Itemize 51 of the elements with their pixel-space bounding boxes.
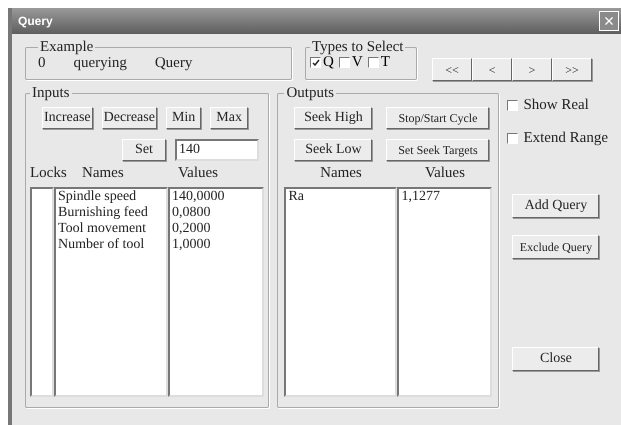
list-item[interactable]: Tool movement	[58, 221, 164, 237]
list-item[interactable]: Burnishing feed	[58, 205, 164, 221]
checkbox-label: T	[380, 55, 390, 70]
checkbox-label: V	[352, 55, 363, 70]
list-item[interactable]: Ra	[288, 189, 394, 205]
column-header: Names	[82, 166, 125, 181]
column-header: Locks	[30, 166, 68, 181]
group-title: Outputs	[285, 86, 335, 101]
group-title: Types to Select	[311, 40, 404, 55]
example-field: 0	[38, 56, 46, 71]
input-button[interactable]: Min	[166, 107, 202, 129]
group-title: Example	[39, 40, 94, 55]
close-dialog-button[interactable]: Close	[512, 347, 600, 371]
nav-button[interactable]: >>	[552, 58, 592, 81]
nav-button[interactable]: >	[512, 58, 552, 81]
checkbox[interactable]	[507, 133, 518, 144]
list-item[interactable]: 140,0000	[172, 189, 260, 205]
input-button[interactable]: Decrease	[102, 107, 157, 129]
column-header: Names	[319, 166, 363, 181]
column-header: Values	[424, 166, 466, 181]
checkbox[interactable]	[310, 57, 321, 68]
list-item[interactable]: 0,0800	[172, 205, 260, 221]
list-item[interactable]: 1,0000	[172, 237, 260, 253]
nav-button[interactable]: <<	[432, 58, 472, 81]
checkbox[interactable]	[338, 57, 350, 68]
group-title: Inputs	[31, 86, 70, 101]
window-title: Query	[18, 13, 53, 30]
output-button[interactable]: Seek Low	[294, 139, 372, 161]
column-header: Values	[178, 166, 218, 181]
checkbox-label: Extend Range	[523, 131, 608, 146]
example-field: Query	[154, 56, 192, 71]
input-button[interactable]: Max	[210, 107, 248, 129]
list-item[interactable]: 0,2000	[172, 221, 260, 237]
checkbox-label: Show Real	[523, 98, 589, 113]
list-item[interactable]: Spindle speed	[58, 189, 164, 205]
output-button[interactable]: Stop/Start Cycle	[386, 107, 490, 129]
check-icon	[312, 58, 320, 66]
output-button[interactable]: Seek High	[294, 107, 372, 129]
nav-button[interactable]: <	[472, 58, 512, 81]
example-field: querying	[74, 56, 127, 71]
value-field[interactable]: 140	[175, 139, 259, 161]
checkbox-label: Q	[323, 55, 334, 70]
checkbox[interactable]	[368, 57, 379, 68]
action-button[interactable]: Exclude Query	[512, 235, 600, 259]
list-item[interactable]: Number of tool	[58, 237, 164, 253]
input-button[interactable]: Increase	[42, 107, 93, 129]
checkbox[interactable]	[507, 100, 518, 111]
output-button[interactable]: Set Seek Targets	[386, 139, 490, 161]
action-button[interactable]: Add Query	[512, 194, 600, 218]
set-button[interactable]: Set	[122, 139, 166, 161]
list-item[interactable]: 1,1277	[401, 189, 488, 205]
